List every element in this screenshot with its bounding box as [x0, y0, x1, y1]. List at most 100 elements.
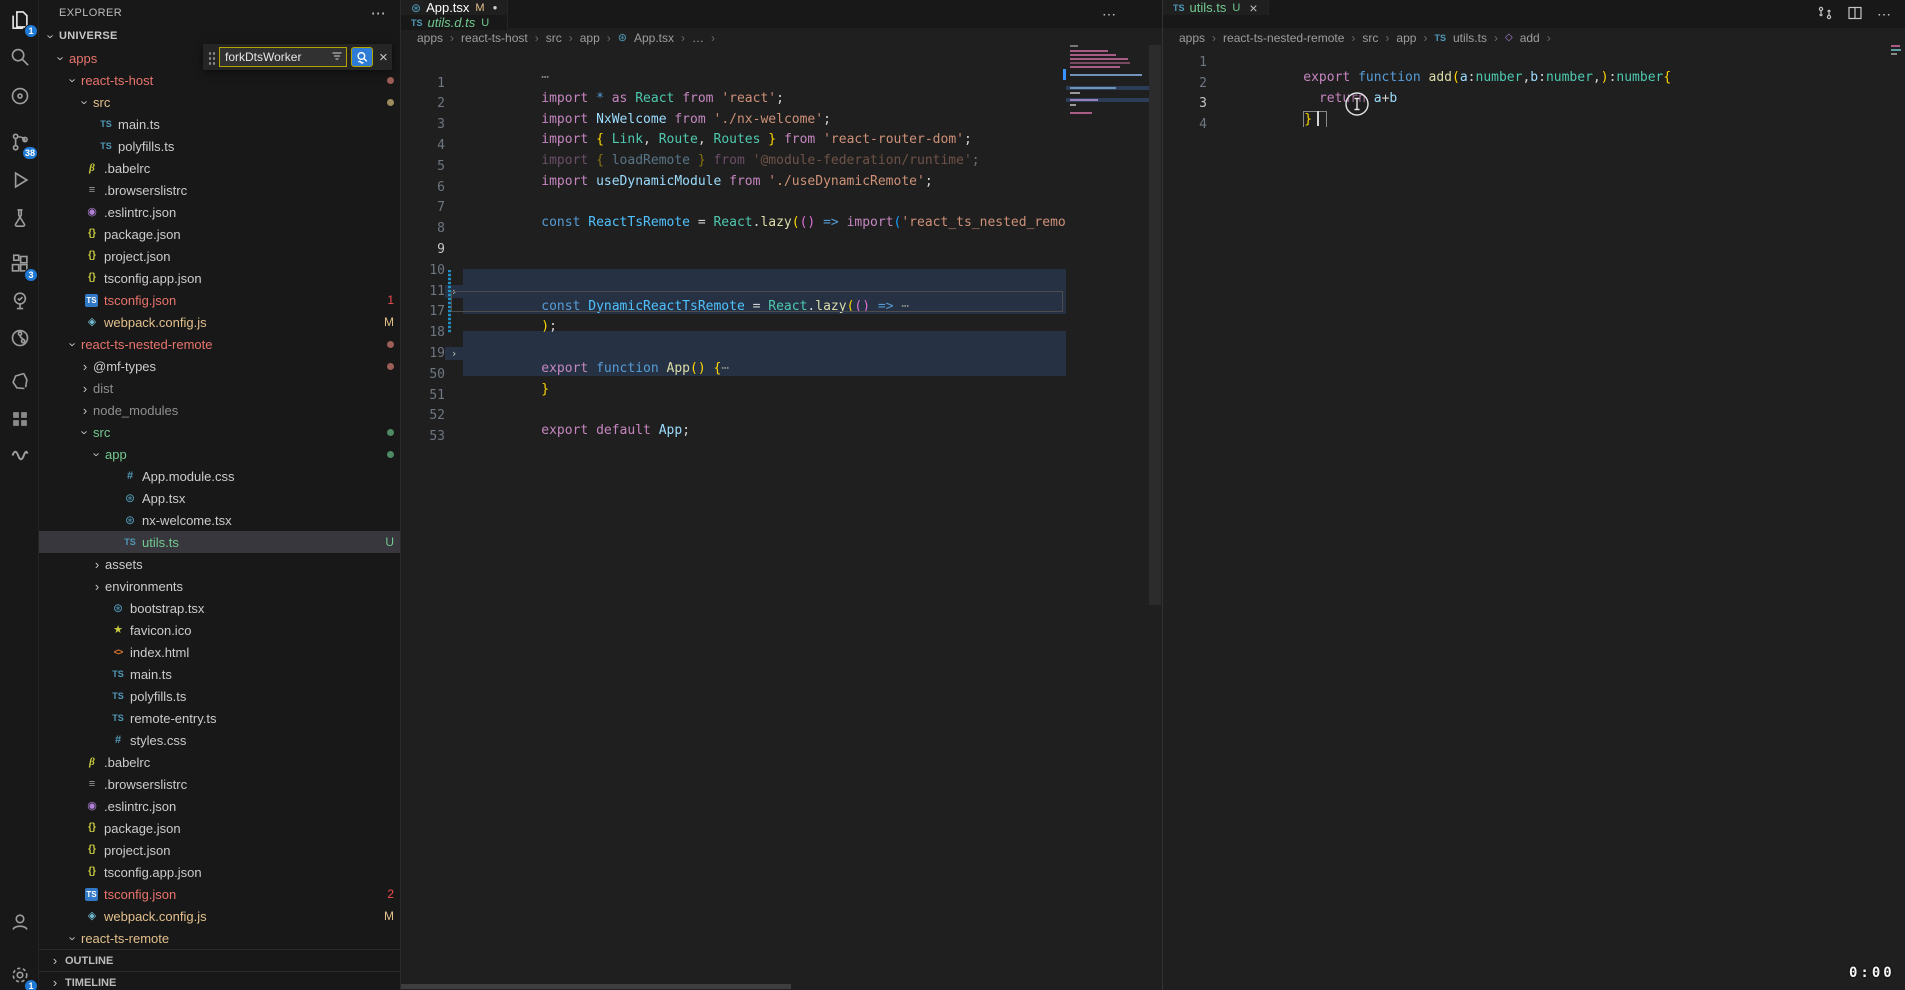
code-line[interactable]: 4 [1163, 114, 1905, 135]
module-federation-icon[interactable] [0, 434, 39, 472]
todo-tree-icon[interactable] [0, 282, 39, 320]
tab-close-icon[interactable]: × [1249, 1, 1257, 15]
tree-item-label: react-ts-nested-remote [81, 337, 213, 352]
line-number: 2 [1163, 76, 1207, 91]
tree-item[interactable]: › assets [39, 553, 400, 575]
search-icon[interactable] [0, 38, 39, 76]
tree-item[interactable]: TS polyfills.ts [39, 685, 400, 707]
tree-item-label: app [105, 447, 127, 462]
editor-tab[interactable]: TS utils.d.ts U [401, 15, 508, 30]
tree-item-label: remote-entry.ts [130, 711, 216, 726]
run-debug-icon[interactable] [0, 161, 39, 199]
code-line[interactable]: 53 [401, 426, 1066, 447]
tree-item[interactable]: {} package.json [39, 223, 400, 245]
tree-item[interactable]: TS tsconfig.json 1 [39, 289, 400, 311]
tree-item[interactable]: › react-ts-host [39, 69, 400, 91]
tree-item[interactable]: ◉ .eslintrc.json [39, 201, 400, 223]
tree-item[interactable]: ≡ .browserslistrc [39, 773, 400, 795]
breadcrumb-item[interactable]: apps › [1179, 31, 1216, 45]
tree-item[interactable]: › react-ts-nested-remote [39, 333, 400, 355]
tree-item[interactable]: {} tsconfig.app.json [39, 267, 400, 289]
tree-item[interactable]: › app [39, 443, 400, 465]
tree-item[interactable]: ⊛ App.tsx [39, 487, 400, 509]
fuzzy-search-button[interactable] [351, 47, 373, 67]
breadcrumb-label: apps [417, 31, 443, 45]
tree-item-label: src [93, 425, 110, 440]
tree-item[interactable]: › node_modules [39, 399, 400, 421]
tree-item[interactable]: TS polyfills.ts [39, 135, 400, 157]
nx-console-icon[interactable] [0, 400, 39, 438]
file-type-icon: TS [109, 692, 127, 701]
tree-item[interactable]: › environments [39, 575, 400, 597]
timeline-section[interactable]: › TIMELINE [39, 971, 400, 990]
tree-item[interactable]: ⊛ nx-welcome.tsx [39, 509, 400, 531]
file-type-icon: ≡ [83, 779, 101, 790]
tree-item[interactable]: <> index.html [39, 641, 400, 663]
tree-item[interactable]: › src [39, 421, 400, 443]
git-modified-gutter [448, 270, 451, 332]
settings-gear-icon[interactable]: 1 [0, 956, 39, 990]
explorer-icon[interactable]: 1 [0, 1, 39, 39]
breadcrumb-item[interactable]: apps › [417, 31, 454, 45]
tree-item-label: .browserslistrc [104, 777, 187, 792]
tree-find-input[interactable]: forkDtsWorker [219, 47, 347, 67]
tree-item[interactable]: ◉ .eslintrc.json [39, 795, 400, 817]
minimap[interactable] [1891, 45, 1905, 75]
line-number: 51 [401, 388, 445, 403]
file-type-icon: {} [83, 867, 101, 877]
editor-tab[interactable]: TS utils.ts U × [1163, 0, 1269, 15]
more-actions-icon[interactable]: ⋯ [1877, 6, 1891, 23]
tree-item[interactable]: ≡ .browserslistrc [39, 179, 400, 201]
line-number: 18 [401, 325, 445, 340]
tree-item[interactable]: TS remote-entry.ts [39, 707, 400, 729]
tree-item[interactable]: TS main.ts [39, 113, 400, 135]
tree-item[interactable]: ◈ webpack.config.js M [39, 905, 400, 927]
fold-chevron-icon[interactable]: › [445, 347, 463, 360]
tree-item[interactable]: TS main.ts [39, 663, 400, 685]
tree-item[interactable]: › @mf-types [39, 355, 400, 377]
editor-tab[interactable]: ⊛ App.tsx M ● [401, 0, 508, 15]
tree-item[interactable]: ★ favicon.ico [39, 619, 400, 641]
editor-group-left: ⊛ App.tsx M ● TS utils.d.ts U ⋯ apps [401, 0, 1162, 990]
filter-icon[interactable] [331, 50, 343, 65]
drag-grip[interactable] [207, 50, 215, 65]
file-type-icon: TS [121, 538, 139, 547]
tree-item[interactable]: › src [39, 91, 400, 113]
tree-item[interactable]: {} project.json [39, 245, 400, 267]
chat-icon[interactable] [0, 77, 39, 115]
accounts-icon[interactable] [0, 903, 39, 941]
tab-bar: TS utils.ts U × ⋯ [1163, 0, 1905, 28]
close-icon[interactable]: × [379, 50, 388, 65]
tree-item[interactable]: β .babelrc [39, 157, 400, 179]
tree-item[interactable]: {} tsconfig.app.json [39, 861, 400, 883]
container-tools-icon[interactable] [0, 362, 39, 400]
file-type-icon: {} [83, 251, 101, 261]
tree-item[interactable]: {} package.json [39, 817, 400, 839]
more-actions-icon[interactable]: ⋯ [1102, 6, 1116, 23]
git-graph-icon[interactable] [0, 319, 39, 357]
vertical-scrollbar[interactable] [1149, 45, 1161, 605]
file-type-icon: ★ [109, 625, 127, 636]
tree-item[interactable]: # styles.css [39, 729, 400, 751]
code-editor[interactable]: ⋯ 1 import * as React from 'react'; 2 im… [401, 52, 1162, 447]
open-changes-icon[interactable] [1817, 5, 1833, 24]
tree-item[interactable]: TS tsconfig.json 2 [39, 883, 400, 905]
outline-section[interactable]: › OUTLINE [39, 949, 400, 971]
minimap[interactable] [1066, 45, 1149, 155]
tree-item-label: .babelrc [104, 755, 150, 770]
tree-item[interactable]: ⊛ bootstrap.tsx [39, 597, 400, 619]
extensions-icon[interactable]: 3 [0, 245, 39, 283]
source-control-icon[interactable]: 38 [0, 123, 39, 161]
testing-icon[interactable] [0, 199, 39, 237]
tree-item[interactable]: ◈ webpack.config.js M [39, 311, 400, 333]
tree-item[interactable]: {} project.json [39, 839, 400, 861]
split-editor-icon[interactable] [1847, 5, 1863, 24]
tree-item[interactable]: TS utils.ts U [39, 531, 400, 553]
tree-item[interactable]: › react-ts-remote [39, 927, 400, 949]
code-editor[interactable]: 1 export function add(a:number,b:number,… [1163, 52, 1905, 135]
horizontal-scrollbar[interactable] [401, 984, 791, 989]
sidebar-more-actions-icon[interactable]: ⋯ [371, 4, 386, 22]
tree-item[interactable]: › dist [39, 377, 400, 399]
tree-item[interactable]: β .babelrc [39, 751, 400, 773]
tree-item[interactable]: # App.module.css [39, 465, 400, 487]
